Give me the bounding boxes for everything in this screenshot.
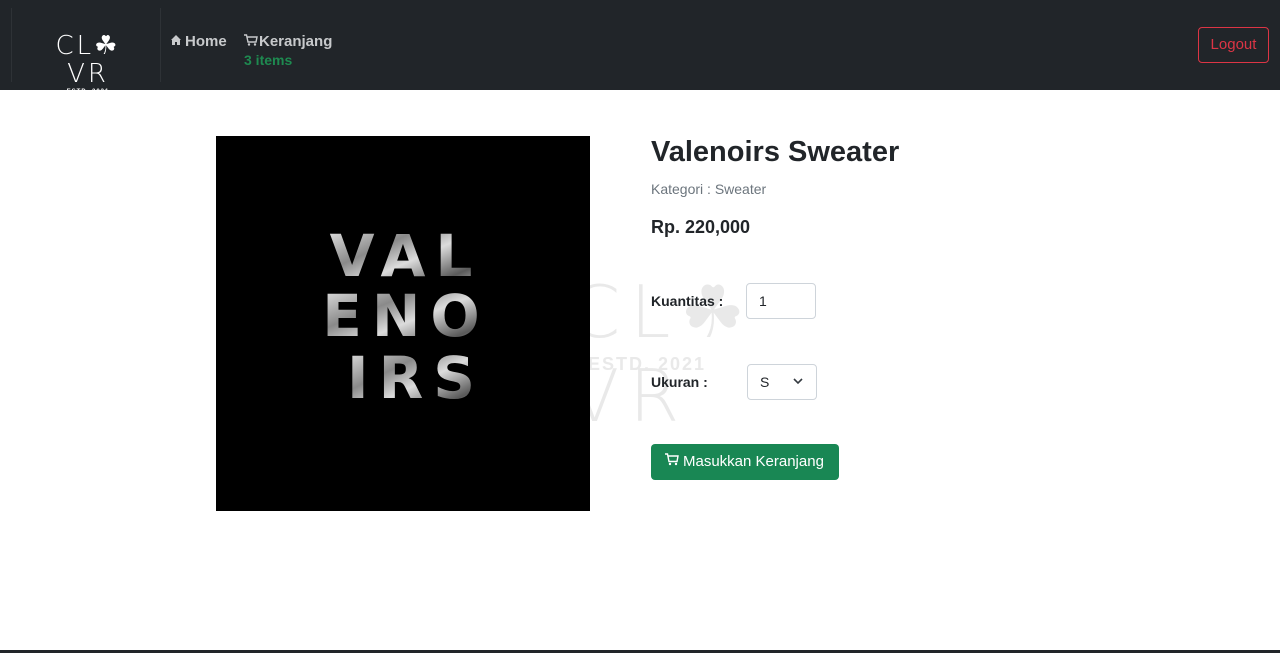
home-icon	[170, 34, 185, 49]
chevron-down-icon	[793, 378, 803, 385]
product-image-art: VAL ENO IRS	[322, 222, 489, 412]
image-text-line-1: VAL	[330, 222, 483, 290]
product-image: VAL ENO IRS	[216, 136, 590, 511]
cart-item-count: 3 items	[244, 52, 293, 68]
product-title: Valenoirs Sweater	[651, 136, 900, 168]
navbar: CL☘VR ESTD. 2021 Home Keranjang 3 items …	[0, 0, 1280, 95]
brand-name: CL☘VR	[55, 31, 121, 89]
size-select[interactable]: S	[747, 364, 817, 400]
brand-container[interactable]: CL☘VR ESTD. 2021	[11, 8, 161, 95]
quantity-label: Kuantitas :	[651, 293, 724, 309]
quantity-input[interactable]	[746, 283, 816, 319]
nav-home-label: Home	[185, 33, 227, 50]
image-text-line-2: ENO	[322, 282, 489, 350]
add-to-cart-button[interactable]: Masukkan Keranjang	[651, 444, 839, 480]
nav-cart-link[interactable]: Keranjang	[244, 33, 332, 50]
brand-tagline: ESTD. 2021	[66, 89, 110, 95]
watermark-sub: ESTD. 2021	[588, 354, 707, 374]
nav-cart-label: Keranjang	[259, 33, 333, 50]
logout-button[interactable]: Logout	[1198, 27, 1269, 63]
nav-home-link[interactable]: Home	[170, 33, 227, 50]
image-text-line-3: IRS	[347, 344, 485, 412]
size-selected-value: S	[760, 374, 770, 390]
product-price: Rp. 220,000	[651, 217, 751, 237]
cart-icon	[665, 444, 683, 480]
add-to-cart-label: Masukkan Keranjang	[683, 453, 824, 470]
cart-icon	[244, 34, 259, 49]
size-label: Ukuran :	[651, 374, 708, 390]
product-category: Kategori : Sweater	[651, 181, 767, 197]
brand-logo[interactable]: CL☘VR ESTD. 2021	[40, 32, 136, 95]
